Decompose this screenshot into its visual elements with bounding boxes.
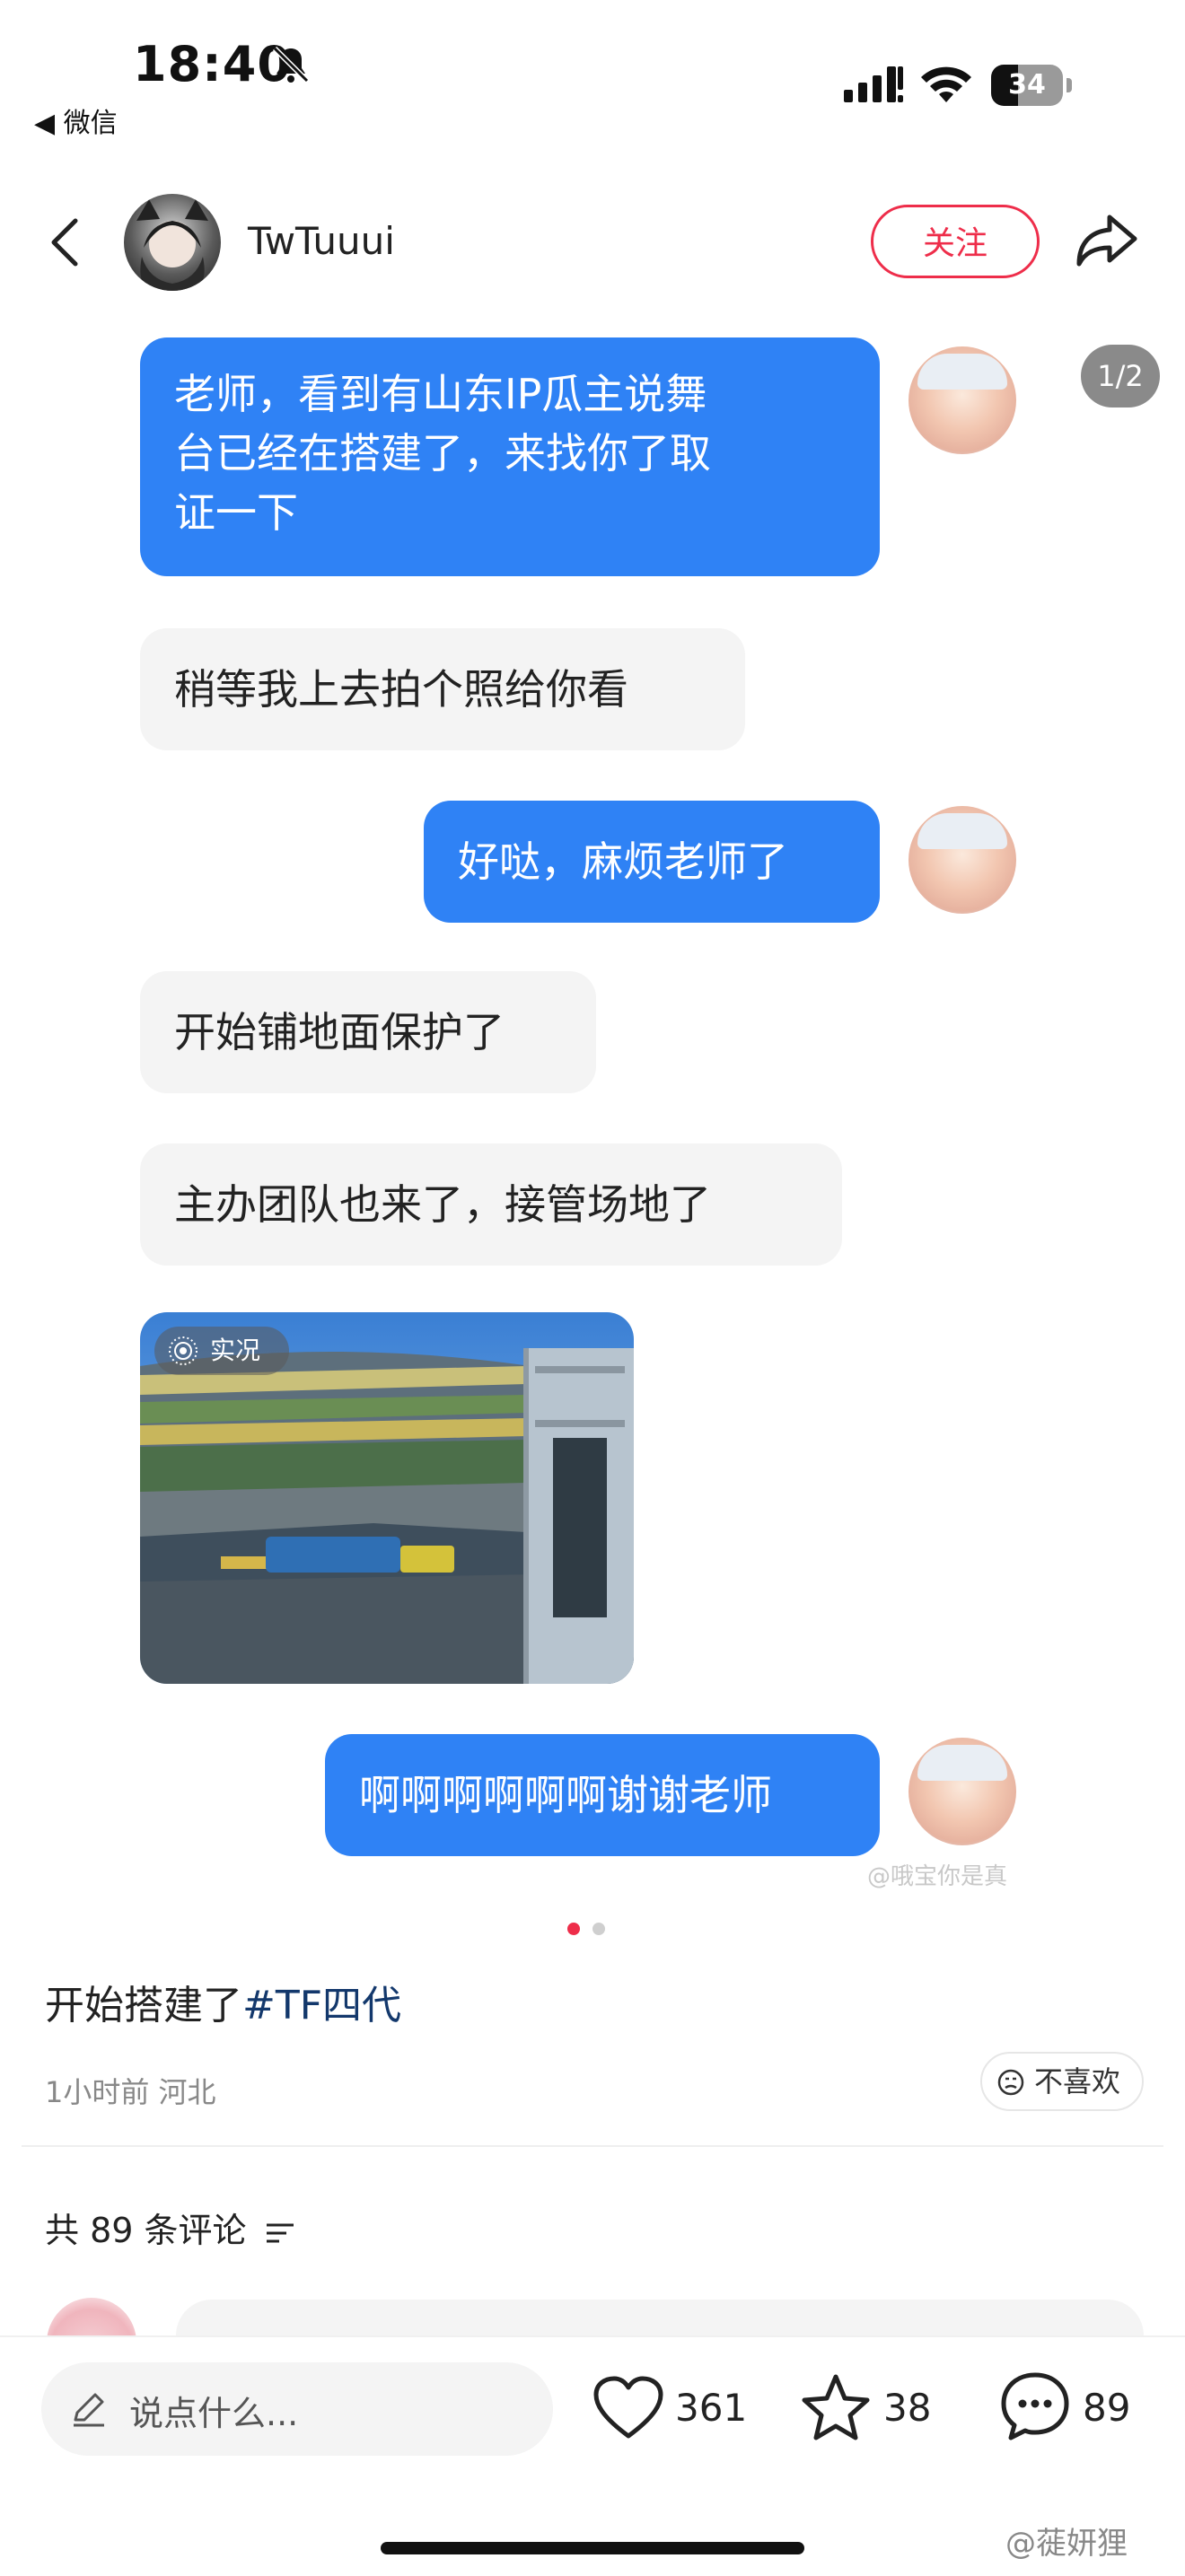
chat-avatar-self — [908, 806, 1016, 914]
dislike-label: 不喜欢 — [1034, 2064, 1121, 2098]
back-to-wechat[interactable]: ◀ 微信 — [34, 101, 118, 140]
star-icon[interactable] — [799, 2371, 873, 2443]
live-photo-badge[interactable]: 实况 — [154, 1327, 289, 1375]
home-indicator[interactable] — [381, 2542, 804, 2554]
chat-avatar-self — [908, 346, 1016, 454]
caption-text: 开始搭建了 — [45, 1983, 242, 2028]
live-photo-label: 实况 — [210, 1336, 261, 1365]
comment-count[interactable]: 共 89 条评论 — [45, 2203, 295, 2252]
dislike-button[interactable]: 不喜欢 — [980, 2052, 1144, 2111]
chat-bubble-sent: 好哒，麻烦老师了 — [424, 801, 880, 923]
chat-bubble-received: 开始铺地面保护了 — [140, 971, 596, 1093]
pencil-icon — [74, 2393, 104, 2427]
image-watermark: @哦宝你是真 — [867, 1863, 1008, 1890]
chat-bubble-sent: 啊啊啊啊啊啊谢谢老师 — [325, 1734, 880, 1856]
wifi-icon — [921, 66, 971, 102]
comment-count-label: 共 89 条评论 — [45, 2211, 247, 2250]
cellular-signal-icon — [844, 66, 903, 102]
back-arrow-icon[interactable] — [47, 215, 83, 269]
carousel-dot[interactable] — [592, 1923, 605, 1935]
author-avatar[interactable] — [124, 194, 221, 291]
bell-muted-icon — [272, 46, 310, 83]
battery-level: 34 — [1008, 69, 1046, 101]
comment-icon[interactable] — [998, 2370, 1072, 2443]
image-pager-indicator: 1/2 — [1081, 345, 1160, 407]
sad-face-icon — [997, 2069, 1024, 2096]
chat-line: 台已经在搭建了，来找你了取 — [174, 429, 711, 478]
follow-button[interactable]: 关注 — [871, 205, 1040, 278]
favorite-count[interactable]: 38 — [883, 2386, 931, 2430]
carousel-dot-active[interactable] — [567, 1923, 580, 1935]
battery-indicator: 34 — [991, 65, 1072, 106]
chat-bubble-received: 主办团队也来了，接管场地了 — [140, 1143, 842, 1266]
sort-icon[interactable] — [265, 2221, 295, 2246]
live-photo-icon — [169, 1336, 198, 1365]
like-count[interactable]: 361 — [675, 2386, 747, 2430]
weibo-watermark: @蓰妍狸 — [1005, 2526, 1128, 2562]
post-meta: 1小时前 河北 — [45, 2075, 216, 2109]
share-icon[interactable] — [1074, 208, 1140, 271]
author-name[interactable]: TwTuuui — [248, 219, 395, 263]
divider — [22, 2145, 1163, 2147]
status-time: 18:40 — [133, 36, 292, 92]
comment-total[interactable]: 89 — [1083, 2386, 1130, 2430]
chat-bubble-received: 稍等我上去拍个照给你看 — [140, 628, 745, 750]
chat-bubble-sent: 老师，看到有山东IP瓜主说舞 台已经在搭建了，来找你了取 证一下 — [140, 337, 880, 576]
post-caption: 开始搭建了#TF四代 — [45, 1973, 401, 2030]
chat-line: 证一下 — [174, 488, 298, 537]
heart-icon[interactable] — [592, 2375, 664, 2441]
chat-line: 老师，看到有山东IP瓜主说舞 — [174, 370, 707, 418]
chat-avatar-self — [908, 1738, 1016, 1845]
comment-placeholder: 说点什么... — [129, 2394, 299, 2433]
hashtag-link[interactable]: #TF四代 — [242, 1983, 401, 2028]
